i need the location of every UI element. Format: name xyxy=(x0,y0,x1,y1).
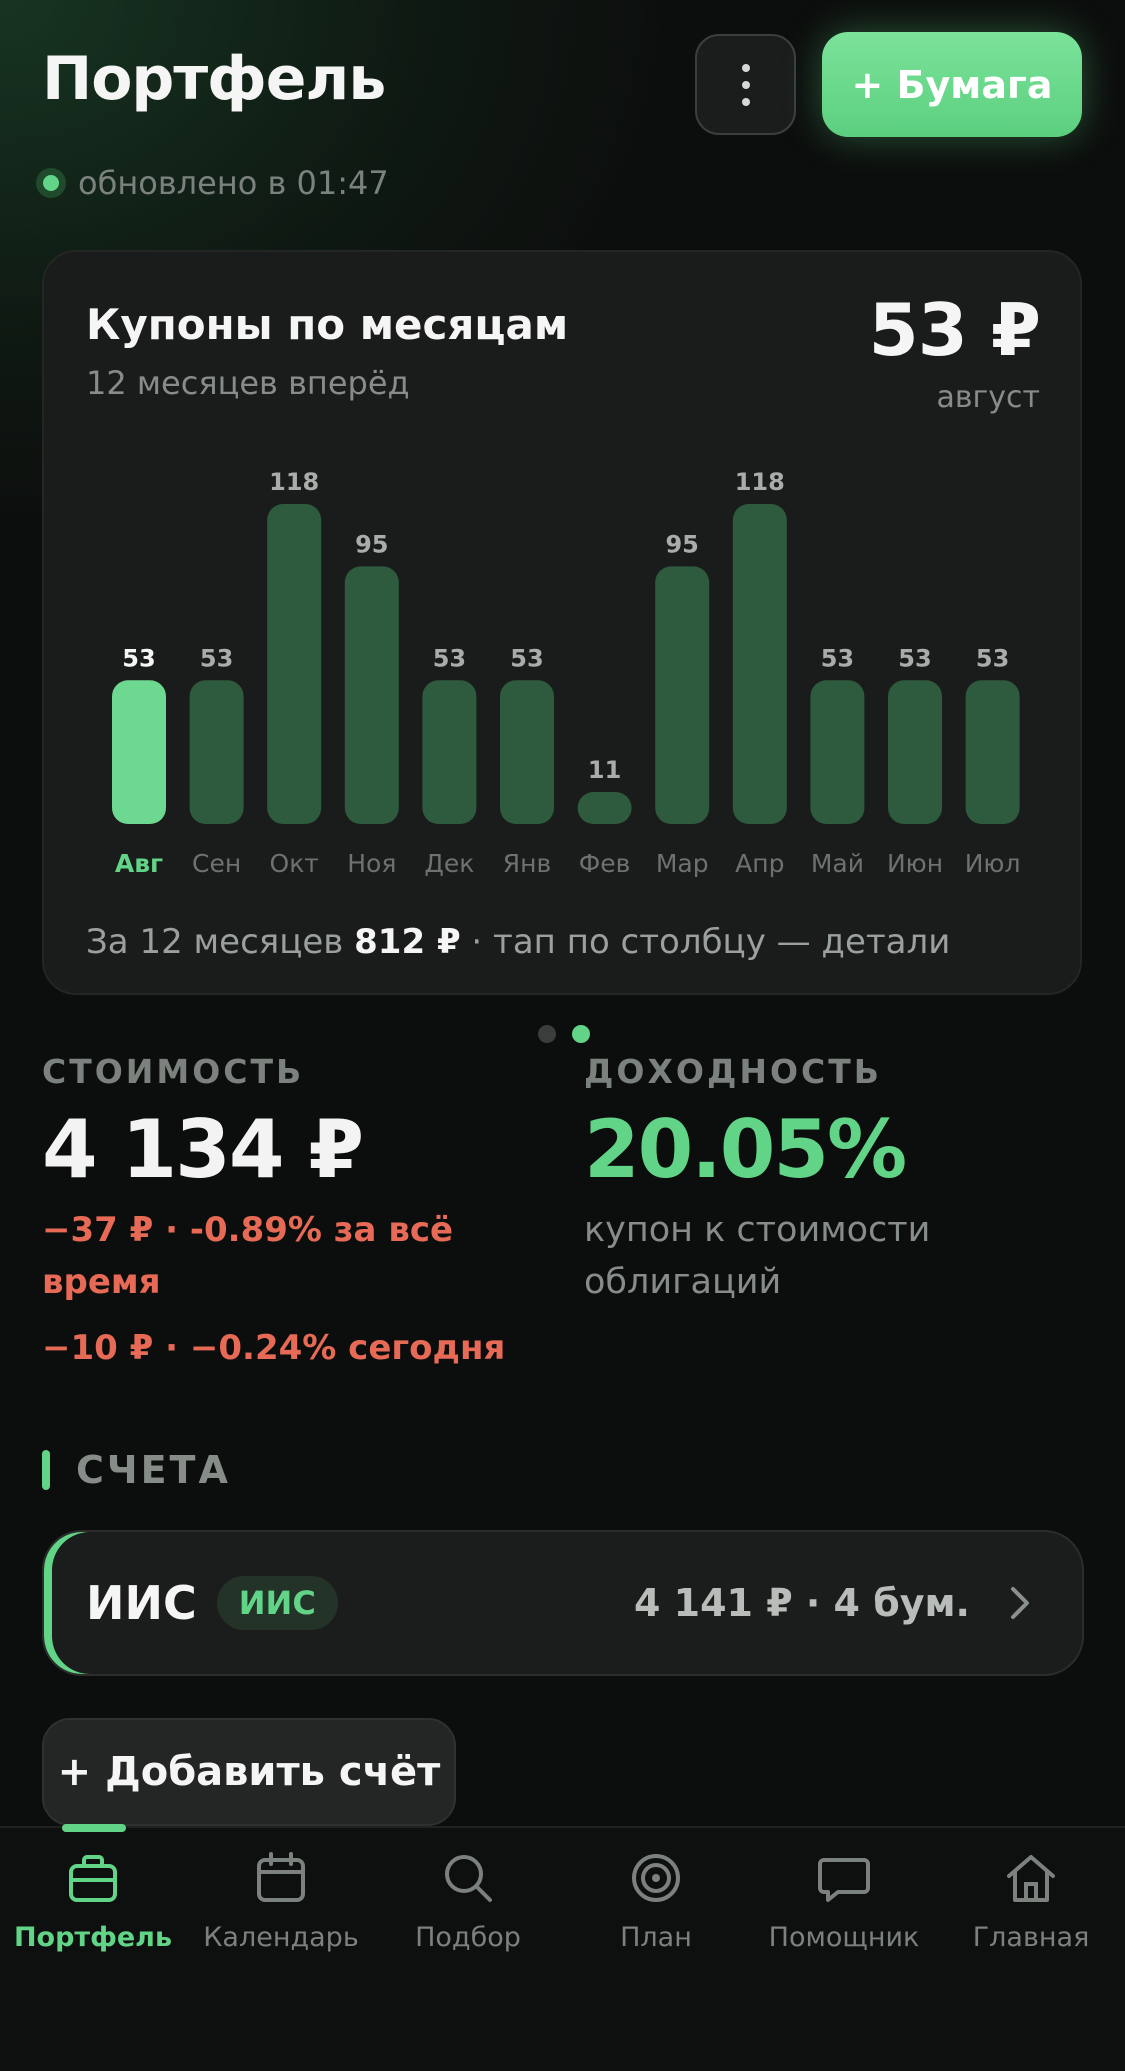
pager-dot-active[interactable] xyxy=(572,1025,590,1043)
more-vertical-icon xyxy=(741,63,750,106)
bottom-tab-bar: Портфель Календарь Подбор План Помощник xyxy=(0,1824,1125,2071)
bar-Мар[interactable] xyxy=(655,566,710,824)
portfolio-value-block: СТОИМОСТЬ 4 134 ₽ −37 ₽ · -0.89% за всё … xyxy=(42,1052,522,1374)
value-label: СТОИМОСТЬ xyxy=(42,1052,305,1091)
section-accent-bar xyxy=(42,1450,50,1490)
bar-Ноя[interactable] xyxy=(344,566,399,824)
portfolio-yield-block: ДОХОДНОСТЬ 20.05% купон к стоимости обли… xyxy=(584,1052,1044,1308)
month-tick-label: Дек xyxy=(424,849,474,878)
change-today: −10 ₽ · −0.24% сегодня xyxy=(42,1328,506,1368)
bar-Апр[interactable] xyxy=(732,504,787,824)
calendar-icon xyxy=(257,1852,305,1902)
yield-caption: купон к стоимости облигаций xyxy=(584,1210,931,1302)
bar-value-label: 53 xyxy=(898,644,931,672)
bar-value-label: 53 xyxy=(821,644,854,672)
bar-Авг[interactable] xyxy=(112,680,166,824)
bar-Окт[interactable] xyxy=(267,504,322,824)
portfolio-yield: 20.05% xyxy=(584,1103,907,1196)
status-text: обновлено в 01:47 xyxy=(78,164,389,202)
footer-hint: · тап по столбцу — детали xyxy=(471,922,951,962)
bar-value-label: 95 xyxy=(355,530,388,558)
month-tick-label: Сен xyxy=(192,849,241,878)
bar-Июл[interactable] xyxy=(965,680,1020,824)
bar-Сен[interactable] xyxy=(189,680,244,824)
account-type-badge: ИИС xyxy=(216,1576,338,1630)
tab-assistant[interactable]: Помощник xyxy=(754,1848,934,1953)
account-name: ИИС xyxy=(86,1576,197,1630)
target-icon xyxy=(632,1854,680,1902)
yield-label: ДОХОДНОСТЬ xyxy=(584,1052,882,1091)
bar-Янв[interactable] xyxy=(500,680,554,824)
briefcase-icon xyxy=(69,1855,117,1902)
tab-label: План xyxy=(620,1922,692,1953)
account-row-iis[interactable]: ИИС ИИС 4 141 ₽ · 4 бум. xyxy=(42,1530,1084,1676)
tab-search[interactable]: Подбор xyxy=(378,1848,558,1953)
month-tick-label: Май xyxy=(811,849,864,878)
bar-value-label: 53 xyxy=(122,644,155,672)
chat-icon xyxy=(818,1858,870,1902)
search-icon xyxy=(445,1855,492,1902)
pager-dot[interactable] xyxy=(538,1025,556,1043)
chevron-right-icon xyxy=(1011,1587,1029,1619)
tab-label: Помощник xyxy=(768,1922,920,1953)
month-tick-label: Ноя xyxy=(347,849,396,878)
coupons-bar-chart: 53 Авг 53 Сен 118 Окт 95 Ноя 53 Дек 53 Янв 11 Фев 95 Ма… xyxy=(112,468,1021,878)
tab-home[interactable]: Главная xyxy=(941,1848,1121,1953)
month-tick-label: Июн xyxy=(887,849,943,878)
page-title: Портфель xyxy=(42,44,386,114)
add-paper-button[interactable]: + Бумага xyxy=(822,32,1082,137)
status-dot-icon xyxy=(36,168,66,198)
bar-value-label: 118 xyxy=(735,468,785,496)
bar-value-label: 53 xyxy=(510,644,543,672)
coupons-card-footer: За 12 месяцев 812 ₽ · тап по столбцу — д… xyxy=(86,922,950,962)
tab-plan[interactable]: План xyxy=(566,1848,746,1953)
account-summary: 4 141 ₽ · 4 бум. xyxy=(633,1581,970,1625)
update-status: обновлено в 01:47 xyxy=(36,164,389,202)
coupons-card: Купоны по месяцам 12 месяцев вперёд 53 ₽… xyxy=(42,250,1082,995)
carousel-pager[interactable] xyxy=(538,1025,590,1043)
tab-calendar[interactable]: Календарь xyxy=(191,1848,371,1953)
active-tab-indicator xyxy=(62,1824,126,1832)
month-tick-label: Мар xyxy=(656,849,709,878)
month-tick-label: Окт xyxy=(270,849,319,878)
add-account-button[interactable]: + Добавить счёт xyxy=(42,1718,456,1826)
month-tick-label: Июл xyxy=(965,849,1021,878)
tab-label: Портфель xyxy=(13,1922,173,1953)
accounts-section-header: СЧЕТА xyxy=(42,1448,231,1492)
home-icon xyxy=(1007,1855,1055,1902)
month-tick-label: Фев xyxy=(579,849,631,878)
bar-Май[interactable] xyxy=(810,680,865,824)
bar-value-label: 11 xyxy=(588,756,621,784)
bar-value-label: 53 xyxy=(976,644,1009,672)
bar-Дек[interactable] xyxy=(422,680,477,824)
footer-prefix: За 12 месяцев xyxy=(86,922,344,962)
tab-label: Календарь xyxy=(203,1922,359,1953)
bar-value-label: 95 xyxy=(665,530,698,558)
bar-value-label: 53 xyxy=(433,644,466,672)
footer-total: 812 ₽ xyxy=(354,922,461,962)
bar-Фев[interactable] xyxy=(577,792,632,824)
bar-value-label: 53 xyxy=(200,644,233,672)
tab-portfolio[interactable]: Портфель xyxy=(3,1848,183,1953)
bar-value-label: 118 xyxy=(269,468,319,496)
month-tick-label: Янв xyxy=(503,849,551,878)
accounts-section-title: СЧЕТА xyxy=(76,1448,231,1492)
tab-label: Подбор xyxy=(415,1922,521,1953)
month-tick-label: Апр xyxy=(735,849,784,878)
month-tick-label: Авг xyxy=(115,849,163,878)
portfolio-value: 4 134 ₽ xyxy=(42,1103,364,1196)
tab-label: Главная xyxy=(972,1922,1090,1953)
change-all-time: −37 ₽ · -0.89% за всё время xyxy=(42,1210,454,1302)
bar-Июн[interactable] xyxy=(888,680,942,824)
more-menu-button[interactable] xyxy=(695,34,796,135)
